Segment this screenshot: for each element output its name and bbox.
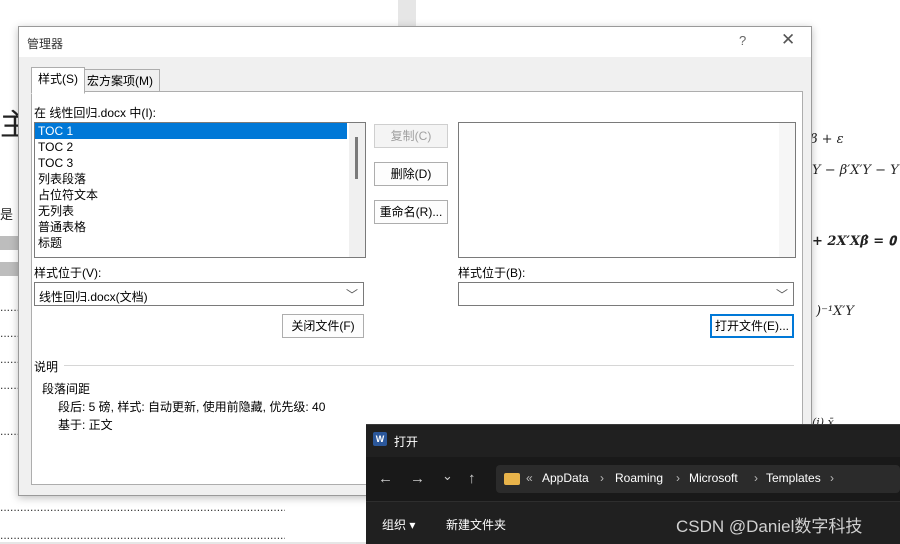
open-file-button[interactable]: 打开文件(E)... xyxy=(710,314,794,338)
math-line: )⁻¹X′Y xyxy=(816,304,854,319)
close-file-button[interactable]: 关闭文件(F) xyxy=(282,314,364,338)
breadcrumb-separator-icon[interactable]: › xyxy=(600,471,604,485)
breadcrumb-item[interactable]: AppData xyxy=(542,471,589,485)
toc-line: ........................................… xyxy=(0,500,285,514)
list-item[interactable]: TOC 3 xyxy=(35,155,365,171)
right-styles-in-label: 样式位于(B): xyxy=(458,266,526,280)
copy-button[interactable]: 复制(C) xyxy=(374,124,448,148)
breadcrumb-separator-icon[interactable]: › xyxy=(830,471,834,485)
chevron-down-icon: ﹀ xyxy=(345,288,358,302)
delete-button[interactable]: 删除(D) xyxy=(374,162,448,186)
description-divider xyxy=(64,365,794,366)
list-item[interactable]: 占位符文本 xyxy=(35,187,365,203)
close-button[interactable]: ✕ xyxy=(781,30,795,50)
math-line: Y − β′X′Y − Y xyxy=(812,163,899,178)
left-list-scrollbar[interactable] xyxy=(349,123,365,257)
new-folder-button[interactable]: 新建文件夹 xyxy=(446,516,506,533)
breadcrumb-item[interactable]: Roaming xyxy=(615,471,663,485)
back-arrow-icon[interactable]: ← xyxy=(378,470,393,487)
tab-macro-project-items[interactable]: 宏方案项(M) xyxy=(80,69,160,93)
highlight-bar xyxy=(0,262,18,276)
list-item[interactable]: 无列表 xyxy=(35,203,365,219)
folder-icon xyxy=(504,473,520,485)
address-bar[interactable]: « AppData › Roaming › Microsoft › Templa… xyxy=(496,465,900,493)
math-line: β + ε xyxy=(810,132,844,147)
tab-styles[interactable]: 样式(S) xyxy=(31,67,85,94)
description-text: 段后: 5 磅, 样式: 自动更新, 使用前隐藏, 优先级: 40 xyxy=(58,400,326,414)
forward-arrow-icon[interactable]: → xyxy=(410,470,425,487)
list-item[interactable]: TOC 1 xyxy=(35,123,347,139)
left-styles-in-select[interactable]: 线性回归.docx(文档) ﹀ xyxy=(34,282,364,306)
breadcrumb-separator-icon[interactable]: › xyxy=(676,471,680,485)
help-button[interactable]: ? xyxy=(739,33,746,48)
left-list-label: 在 线性回归.docx 中(I): xyxy=(34,106,157,120)
breadcrumb-separator-icon[interactable]: › xyxy=(754,471,758,485)
list-item[interactable]: 标题 xyxy=(35,235,365,251)
right-styles-list[interactable] xyxy=(458,122,796,258)
navigation-bar: ← → ⌄ ↑ « AppData › Roaming › Microsoft … xyxy=(366,457,900,501)
breadcrumb-overflow-icon[interactable]: « xyxy=(526,471,533,485)
right-styles-in-select[interactable]: ﹀ xyxy=(458,282,794,306)
left-styles-in-label: 样式位于(V): xyxy=(34,266,102,280)
list-item[interactable]: 列表段落 xyxy=(35,171,365,187)
highlight-bar xyxy=(0,236,18,250)
dialog-titlebar[interactable]: 管理器 ? ✕ xyxy=(19,27,811,57)
recent-locations-icon[interactable]: ⌄ xyxy=(442,468,453,484)
scrollbar-thumb[interactable] xyxy=(355,137,358,179)
description-text: 基于: 正文 xyxy=(58,418,113,432)
math-line: + 2X′Xβ̂ = 𝟎 xyxy=(812,234,896,249)
word-app-icon: W xyxy=(373,432,387,446)
description-text: 段落间距 xyxy=(42,382,91,396)
document-text-fragment: 是 xyxy=(0,208,14,223)
right-list-scrollbar[interactable] xyxy=(779,123,795,257)
left-styles-in-value: 线性回归.docx(文档) xyxy=(39,290,148,304)
list-item[interactable]: 普通表格 xyxy=(35,219,365,235)
list-item[interactable]: TOC 2 xyxy=(35,139,365,155)
rename-button[interactable]: 重命名(R)... xyxy=(374,200,448,224)
dialog-title: 管理器 xyxy=(27,37,64,51)
open-dialog-title: 打开 xyxy=(394,435,419,449)
organize-menu-button[interactable]: 组织 ▾ xyxy=(382,516,415,533)
chevron-down-icon: ﹀ xyxy=(775,288,788,302)
toc-line: ........................................… xyxy=(0,528,285,542)
breadcrumb-item[interactable]: Templates xyxy=(766,471,821,485)
description-label: 说明 xyxy=(34,360,59,374)
breadcrumb-item[interactable]: Microsoft xyxy=(689,471,738,485)
up-arrow-icon[interactable]: ↑ xyxy=(468,470,476,487)
left-styles-list[interactable]: TOC 1 TOC 2 TOC 3 列表段落 占位符文本 无列表 普通表格 标题 xyxy=(34,122,366,258)
watermark: CSDN @Daniel数字科技 xyxy=(676,517,863,536)
